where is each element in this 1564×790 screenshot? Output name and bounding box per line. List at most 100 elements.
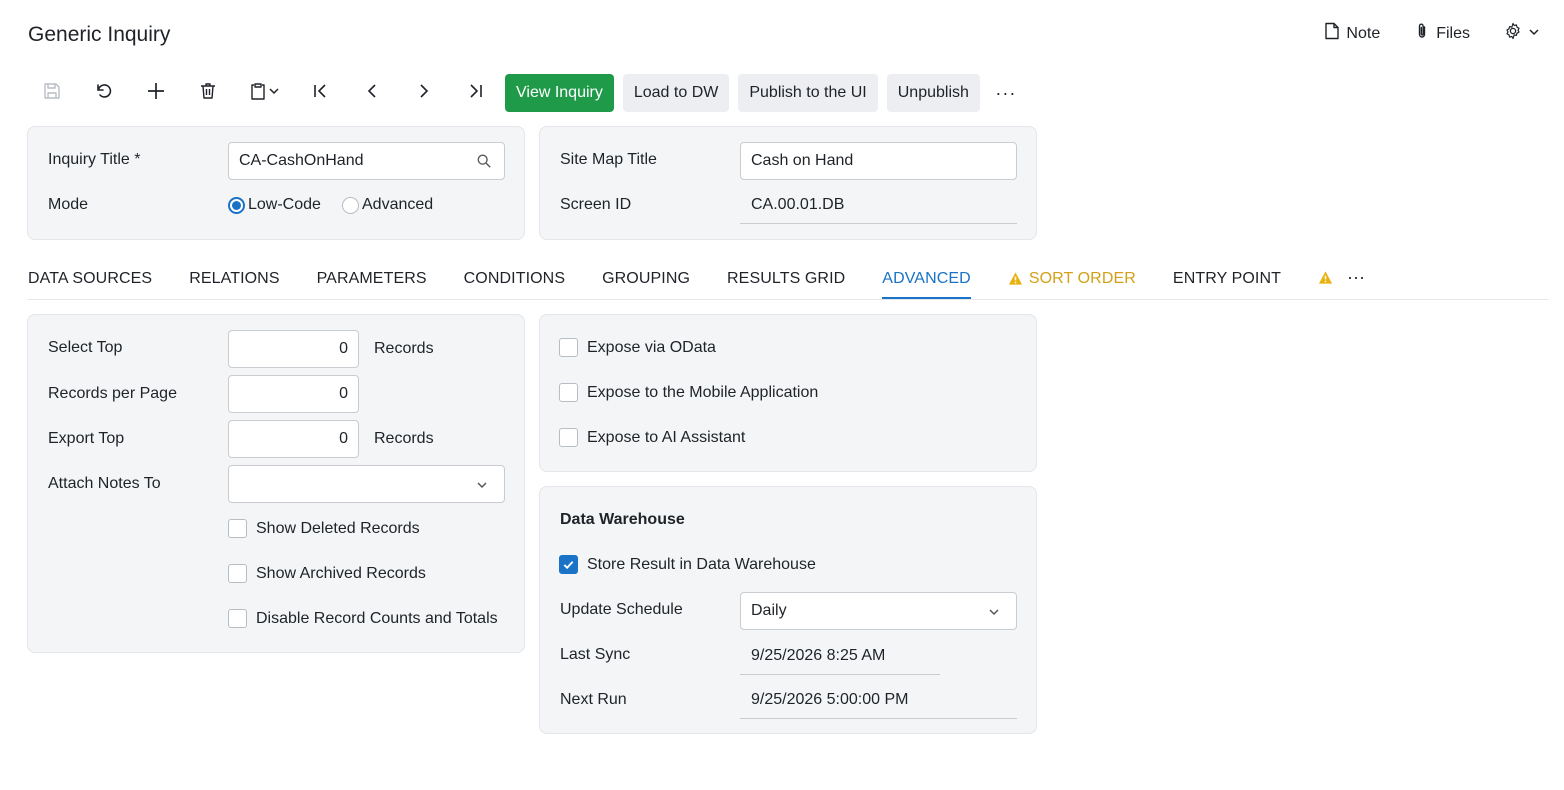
publish-button[interactable]: Publish to the UI <box>738 74 878 112</box>
warning-icon[interactable] <box>1318 262 1333 290</box>
tab-results-grid[interactable]: RESULTS GRID <box>727 262 845 299</box>
clipboard-menu-button[interactable] <box>234 74 294 112</box>
note-icon <box>1324 22 1340 45</box>
warning-icon <box>1008 270 1023 291</box>
summary-card-left: Inquiry Title * CA-CashOnHand Mode Low-C… <box>27 126 525 240</box>
paperclip-icon <box>1414 22 1430 45</box>
disable-counts-label: Disable Record Counts and Totals <box>256 609 498 627</box>
expose-ai-check[interactable] <box>559 428 578 447</box>
gear-icon <box>1504 22 1522 45</box>
select-top-suffix: Records <box>374 340 434 357</box>
inquiry-title-input[interactable]: CA-CashOnHand <box>228 142 505 180</box>
more-actions-button[interactable]: ··· <box>989 74 1023 112</box>
last-record-button[interactable] <box>450 74 502 112</box>
mode-radio-advanced[interactable]: Advanced <box>342 196 433 214</box>
show-deleted-label: Show Deleted Records <box>256 519 420 537</box>
tab-data-sources[interactable]: DATA SOURCES <box>28 262 152 299</box>
chevron-right-icon <box>414 81 434 106</box>
tab-sort-order-label: SORT ORDER <box>1028 270 1136 287</box>
load-to-dw-button[interactable]: Load to DW <box>622 74 730 112</box>
tabs-more-button[interactable]: ··· <box>1347 262 1365 288</box>
next-run-label: Next Run <box>560 691 627 708</box>
radio-low-code[interactable] <box>228 196 245 214</box>
data-warehouse-title: Data Warehouse <box>560 511 685 528</box>
files-label: Files <box>1436 24 1470 42</box>
mode-radio-low-code[interactable]: Low-Code <box>228 196 321 214</box>
show-archived-check[interactable] <box>228 564 247 583</box>
expose-card: Expose via OData Expose to the Mobile Ap… <box>539 314 1037 472</box>
delete-button[interactable] <box>182 74 234 112</box>
tab-grouping[interactable]: GROUPING <box>602 262 690 299</box>
top-actions: Note Files <box>1324 22 1540 45</box>
next-record-button[interactable] <box>398 74 450 112</box>
tab-sort-order[interactable]: SORT ORDER <box>1008 262 1136 299</box>
expose-odata-checkbox[interactable]: Expose via OData <box>559 338 716 357</box>
export-top-label: Export Top <box>48 430 125 447</box>
site-map-title-input[interactable]: Cash on Hand <box>740 142 1017 180</box>
expose-ai-checkbox[interactable]: Expose to AI Assistant <box>559 428 745 447</box>
inquiry-title-value: CA-CashOnHand <box>239 152 364 169</box>
unpublish-button[interactable]: Unpublish <box>886 74 980 112</box>
show-deleted-records-checkbox[interactable]: Show Deleted Records <box>228 519 420 538</box>
chevron-down-icon <box>988 603 1006 621</box>
attach-notes-select[interactable] <box>228 465 505 503</box>
chevron-down-icon <box>476 476 494 494</box>
radio-advanced[interactable] <box>342 196 359 214</box>
attach-notes-label: Attach Notes To <box>48 475 161 492</box>
expose-odata-label: Expose via OData <box>587 338 716 356</box>
search-icon[interactable] <box>476 153 494 171</box>
save-button[interactable] <box>26 74 78 112</box>
select-top-label: Select Top <box>48 339 123 356</box>
tab-conditions[interactable]: CONDITIONS <box>464 262 565 299</box>
tab-relations[interactable]: RELATIONS <box>189 262 279 299</box>
undo-icon <box>94 81 114 106</box>
records-per-page-label: Records per Page <box>48 385 177 402</box>
plus-icon <box>146 81 166 106</box>
update-schedule-value: Daily <box>751 602 787 619</box>
store-result-checkbox[interactable]: Store Result in Data Warehouse <box>559 555 816 574</box>
last-page-icon <box>466 81 486 106</box>
chevron-down-icon <box>1528 25 1540 43</box>
show-archived-label: Show Archived Records <box>256 564 426 582</box>
expose-odata-check[interactable] <box>559 338 578 357</box>
settings-menu-button[interactable] <box>1504 22 1540 45</box>
select-top-input[interactable]: 0 <box>228 330 359 368</box>
store-result-label: Store Result in Data Warehouse <box>587 555 816 573</box>
disable-record-counts-checkbox[interactable]: Disable Record Counts and Totals <box>228 609 498 628</box>
update-schedule-select[interactable]: Daily <box>740 592 1017 630</box>
export-top-suffix: Records <box>374 430 434 447</box>
inquiry-title-label: Inquiry Title * <box>48 151 141 169</box>
show-archived-records-checkbox[interactable]: Show Archived Records <box>228 564 426 583</box>
mode-label: Mode <box>48 196 89 213</box>
disable-counts-check[interactable] <box>228 609 247 628</box>
tab-bar: DATA SOURCES RELATIONS PARAMETERS CONDIT… <box>28 262 1548 300</box>
show-deleted-check[interactable] <box>228 519 247 538</box>
records-per-page-input[interactable]: 0 <box>228 375 359 413</box>
add-button[interactable] <box>130 74 182 112</box>
tab-entry-point[interactable]: ENTRY POINT <box>1173 262 1281 299</box>
store-result-check[interactable] <box>559 555 578 574</box>
radio-advanced-label: Advanced <box>362 196 434 213</box>
screen-id-label: Screen ID <box>560 196 632 213</box>
screen-id-value: CA.00.01.DB <box>740 186 1017 224</box>
radio-low-code-label: Low-Code <box>248 196 321 213</box>
update-schedule-label: Update Schedule <box>560 601 683 618</box>
expose-mobile-checkbox[interactable]: Expose to the Mobile Application <box>559 383 818 402</box>
previous-record-button[interactable] <box>346 74 398 112</box>
expose-mobile-check[interactable] <box>559 383 578 402</box>
last-sync-value: 9/25/2026 8:25 AM <box>740 637 940 675</box>
note-button[interactable]: Note <box>1324 22 1380 45</box>
export-top-input[interactable]: 0 <box>228 420 359 458</box>
view-inquiry-button[interactable]: View Inquiry <box>505 74 614 112</box>
first-page-icon <box>310 81 330 106</box>
files-button[interactable]: Files <box>1414 22 1470 45</box>
page-title: Generic Inquiry <box>28 23 171 46</box>
first-record-button[interactable] <box>294 74 346 112</box>
expose-ai-label: Expose to AI Assistant <box>587 428 746 446</box>
note-label: Note <box>1346 24 1381 42</box>
undo-button[interactable] <box>78 74 130 112</box>
toolbar: View Inquiry Load to DW Publish to the U… <box>26 74 1023 112</box>
site-map-title-value: Cash on Hand <box>751 152 854 169</box>
tab-parameters[interactable]: PARAMETERS <box>317 262 427 299</box>
tab-advanced[interactable]: ADVANCED <box>882 262 971 299</box>
